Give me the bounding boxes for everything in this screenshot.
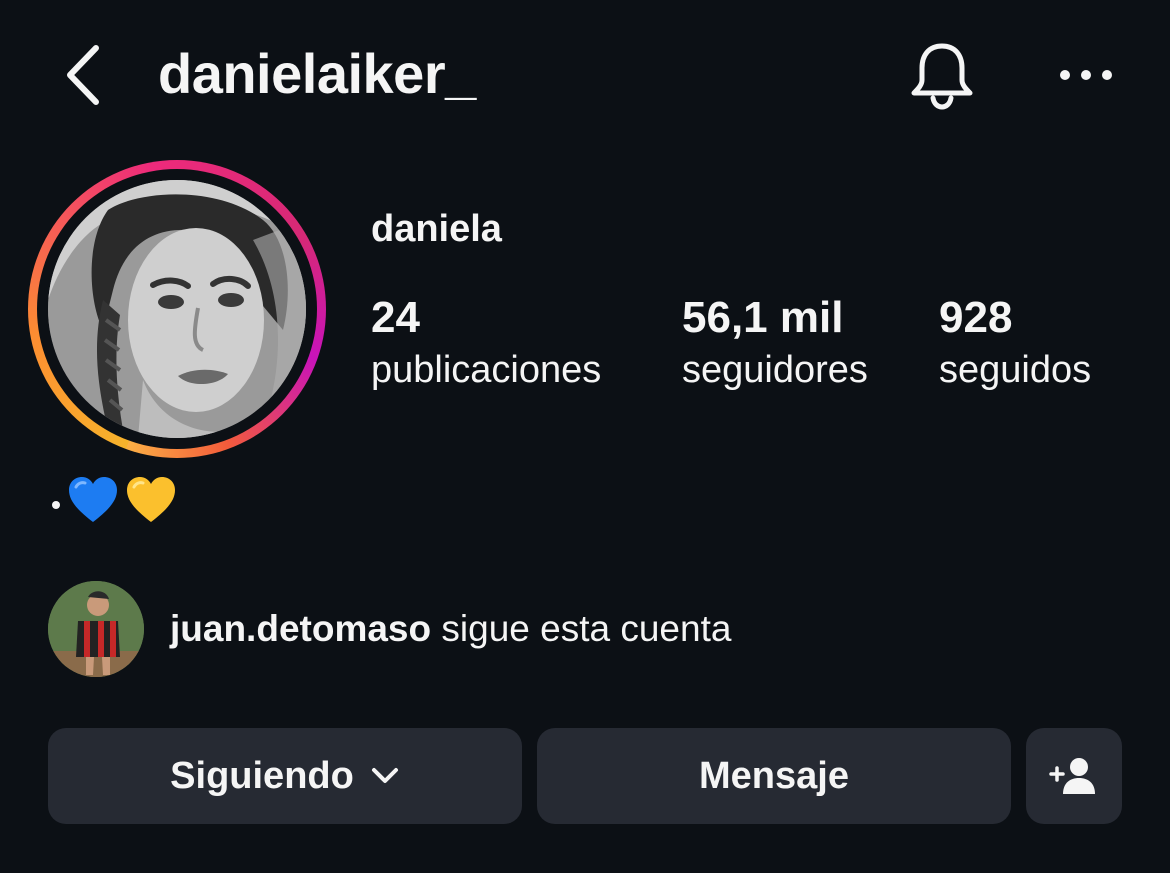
more-horizontal-icon bbox=[1060, 70, 1112, 80]
profile-bio bbox=[52, 470, 178, 530]
avatar-ring-gap bbox=[37, 169, 317, 449]
profile-avatar bbox=[48, 180, 306, 438]
yellow-heart-icon bbox=[127, 477, 175, 522]
bio-dot bbox=[52, 501, 60, 509]
message-button-label: Mensaje bbox=[699, 754, 849, 797]
chevron-left-icon bbox=[67, 45, 99, 105]
stat-following-value: 928 bbox=[939, 293, 1013, 342]
profile-avatar-story-ring[interactable] bbox=[28, 160, 326, 458]
chevron-down-icon bbox=[371, 768, 398, 783]
bell-icon bbox=[911, 43, 973, 110]
stat-following-label: seguidos bbox=[939, 349, 1092, 391]
followed-by-row[interactable]: juan.detomaso sigue esta cuenta bbox=[48, 580, 731, 678]
stat-followers-label: seguidores bbox=[682, 349, 868, 391]
following-button[interactable]: Siguiendo bbox=[48, 728, 522, 824]
notifications-button[interactable] bbox=[905, 40, 979, 112]
follower-avatar bbox=[48, 581, 144, 677]
blue-heart-icon bbox=[69, 477, 117, 522]
add-person-icon bbox=[1049, 758, 1095, 794]
following-button-label: Siguiendo bbox=[170, 754, 354, 797]
stat-posts-value: 24 bbox=[371, 293, 420, 342]
stat-followers[interactable]: 56,1 mil seguidores bbox=[682, 290, 868, 394]
message-button[interactable]: Mensaje bbox=[537, 728, 1011, 824]
stat-followers-value: 56,1 mil bbox=[682, 293, 844, 342]
profile-username: danielaiker_ bbox=[158, 42, 476, 105]
back-button[interactable] bbox=[56, 40, 116, 110]
profile-display-name: daniela bbox=[371, 208, 502, 250]
followed-by-suffix: sigue esta cuenta bbox=[441, 608, 732, 649]
stat-posts: 24 publicaciones bbox=[371, 290, 601, 394]
followed-by-text: juan.detomaso sigue esta cuenta bbox=[170, 605, 731, 653]
top-bar: danielaiker_ bbox=[0, 0, 1170, 150]
follower-avatar-image bbox=[48, 581, 144, 677]
stat-posts-label: publicaciones bbox=[371, 349, 602, 391]
more-options-button[interactable] bbox=[1055, 55, 1117, 95]
stat-following[interactable]: 928 seguidos bbox=[939, 290, 1091, 394]
followed-by-username[interactable]: juan.detomaso bbox=[170, 608, 431, 649]
avatar-portrait-image bbox=[48, 180, 306, 438]
suggest-people-button[interactable] bbox=[1026, 728, 1122, 824]
